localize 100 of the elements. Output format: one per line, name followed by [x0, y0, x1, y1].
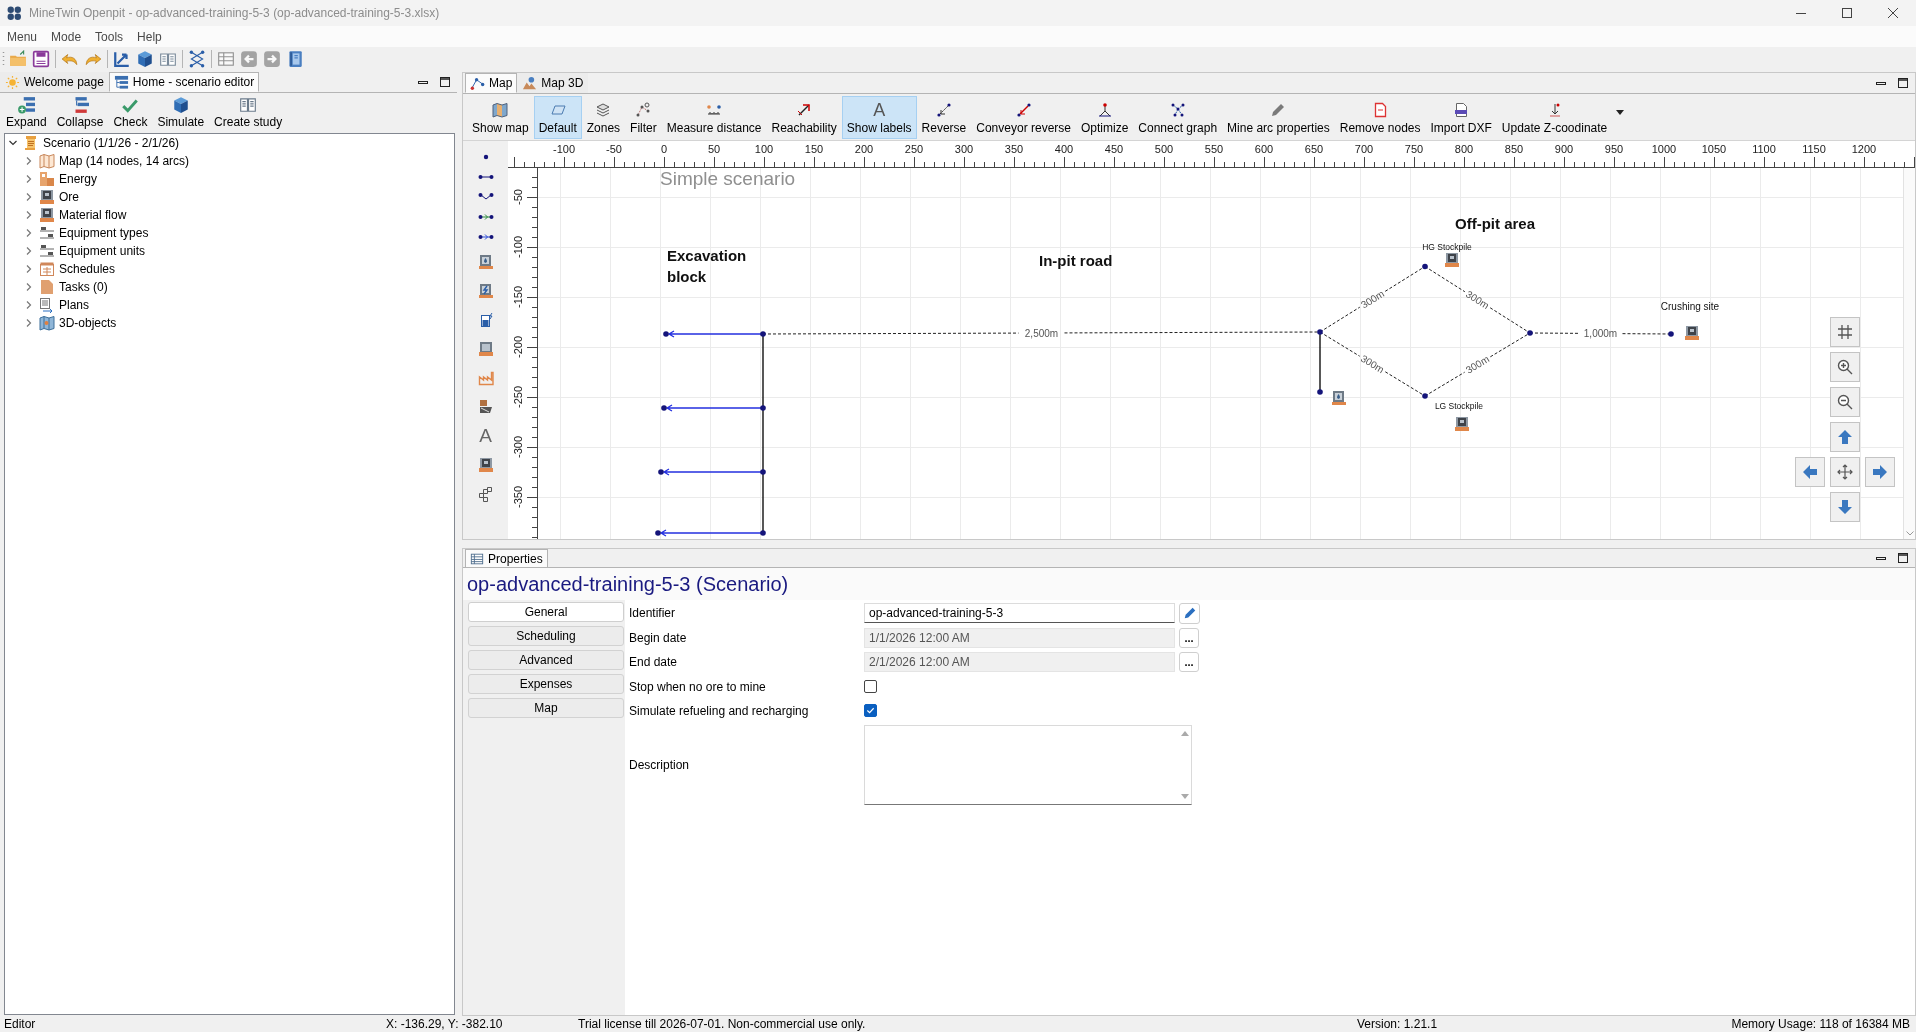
building-icon[interactable]	[477, 340, 494, 357]
tab[interactable]: Map 3D	[517, 73, 589, 93]
cube-icon[interactable]	[136, 49, 154, 68]
tree-item[interactable]: Tasks (0)	[59, 278, 108, 296]
category-button[interactable]: Advanced	[468, 650, 624, 670]
pan-up-button[interactable]	[1830, 422, 1860, 452]
zoom-out-button[interactable]	[1830, 387, 1860, 417]
toolbar-button[interactable]: Default	[533, 96, 582, 139]
menu-item[interactable]: Tools	[88, 27, 131, 46]
node-dot-icon[interactable]	[1317, 329, 1323, 335]
toolbar-button[interactable]: Reverse	[916, 96, 972, 139]
notebook-icon[interactable]	[286, 49, 304, 68]
node-dot-icon[interactable]	[760, 469, 766, 475]
node-dot-icon[interactable]	[663, 331, 669, 337]
toolbar-button[interactable]: Connect graph	[1133, 96, 1223, 139]
category-button[interactable]: Map	[468, 698, 624, 718]
pan-right-button[interactable]	[1865, 457, 1895, 487]
charger-icon[interactable]	[477, 282, 494, 299]
category-button[interactable]: Expenses	[468, 674, 624, 694]
tree-item[interactable]: 3D-objects	[59, 314, 117, 332]
tree-item[interactable]: Energy	[59, 170, 98, 188]
caret-down-icon[interactable]	[1616, 110, 1625, 116]
menu-item[interactable]: Help	[130, 27, 169, 46]
machine-icon[interactable]	[1685, 326, 1699, 340]
checkbox[interactable]	[864, 680, 877, 693]
vertical-scrollbar[interactable]	[1903, 168, 1915, 539]
toolbar-button[interactable]: Update Z-coodinate	[1496, 96, 1613, 139]
text-field[interactable]: op-advanced-training-5-3	[864, 603, 1175, 624]
chevron-right-icon[interactable]	[24, 228, 34, 238]
letter-icon[interactable]: A	[479, 425, 492, 446]
fuel-pump-icon[interactable]	[477, 253, 494, 270]
category-button[interactable]: Scheduling	[468, 626, 624, 646]
network-icon[interactable]	[188, 49, 206, 68]
toolbar-button[interactable]: Remove nodes	[1334, 96, 1426, 139]
menu-item[interactable]: Menu	[0, 27, 45, 46]
menu-item[interactable]: Mode	[44, 27, 89, 46]
chevron-down-icon[interactable]	[8, 138, 18, 148]
toolbar-button[interactable]: Optimize	[1076, 96, 1134, 139]
tree-item[interactable]: Schedules	[59, 260, 116, 278]
toolbar-button[interactable]: Import DXF	[1425, 96, 1497, 139]
node-dot-icon[interactable]	[760, 331, 766, 337]
chevron-right-icon[interactable]	[24, 264, 34, 274]
chevron-right-icon[interactable]	[24, 210, 34, 220]
toolbar-button[interactable]: Collapse	[51, 93, 109, 129]
maximize-icon[interactable]	[439, 76, 451, 88]
chevron-right-icon[interactable]	[24, 318, 34, 328]
tray-icon[interactable]	[477, 398, 494, 415]
tree-item[interactable]: Equipment units	[59, 242, 146, 260]
tree-item[interactable]: Map (14 nodes, 14 arcs)	[59, 152, 190, 170]
blocks-icon[interactable]	[477, 485, 494, 502]
center-button[interactable]	[1830, 457, 1860, 487]
node-dot-icon[interactable]	[1317, 389, 1323, 395]
tree-item[interactable]: Equipment types	[59, 224, 149, 242]
toolbar-button[interactable]: A Show labels	[841, 96, 917, 139]
grid-button[interactable]	[1830, 317, 1860, 347]
toolbar-button[interactable]: Conveyor reverse	[971, 96, 1076, 139]
category-button[interactable]: General	[468, 602, 624, 622]
toolbar-button[interactable]: Simulate	[152, 93, 210, 129]
chevron-right-icon[interactable]	[24, 246, 34, 256]
maximize-icon[interactable]	[1897, 77, 1909, 89]
tab[interactable]: Welcome page	[0, 72, 109, 92]
chevron-right-icon[interactable]	[24, 174, 34, 184]
machine-icon[interactable]	[1455, 417, 1469, 431]
node-dot-icon[interactable]	[760, 530, 766, 536]
axis-arrow-icon[interactable]	[113, 49, 131, 68]
tab[interactable]: Properties	[465, 549, 548, 567]
zoom-in-button[interactable]	[1830, 352, 1860, 382]
toolbar-button[interactable]: Mine arc properties	[1222, 96, 1335, 139]
node-dot-icon[interactable]	[1668, 331, 1674, 337]
toolbar-button[interactable]: Create study	[209, 93, 288, 129]
checkbox[interactable]	[864, 704, 877, 717]
toolbar-button[interactable]: Filter	[625, 96, 662, 139]
maximize-icon[interactable]	[1897, 552, 1909, 564]
node-dot-icon[interactable]	[661, 405, 667, 411]
tree-item[interactable]: Ore	[59, 188, 79, 206]
chevron-right-icon[interactable]	[24, 300, 34, 310]
node-dot-icon[interactable]	[1422, 263, 1428, 270]
toolbar-button[interactable]: Measure distance	[661, 96, 767, 139]
pan-left-button[interactable]	[1795, 457, 1825, 487]
machine-icon[interactable]	[1445, 253, 1459, 267]
tab[interactable]: Map	[465, 73, 518, 93]
toolbar-button[interactable]: Expand	[1, 93, 52, 129]
machine-icon[interactable]	[477, 456, 494, 473]
toolbar-button[interactable]: Reachability	[766, 96, 842, 139]
chevron-right-icon[interactable]	[24, 156, 34, 166]
toolbar-button[interactable]: Check	[108, 93, 153, 129]
node-dot-icon[interactable]	[655, 530, 661, 536]
save-icon[interactable]	[32, 49, 50, 68]
description-field[interactable]	[864, 724, 1192, 805]
tree-item[interactable]: Plans	[59, 296, 90, 314]
toolbar-button[interactable]: Zones	[581, 96, 626, 139]
chevron-right-icon[interactable]	[24, 282, 34, 292]
chevron-right-icon[interactable]	[24, 192, 34, 202]
fuel-pump-icon[interactable]	[1332, 391, 1346, 405]
edit-button[interactable]	[1179, 602, 1200, 624]
node-dot-icon[interactable]	[1422, 393, 1428, 399]
toolbar-button[interactable]: Show map	[467, 96, 534, 139]
node-dot-icon[interactable]	[1527, 330, 1533, 336]
tree-item[interactable]: Scenario (1/1/26 - 2/1/26)	[43, 134, 180, 152]
pan-down-button[interactable]	[1830, 492, 1860, 522]
